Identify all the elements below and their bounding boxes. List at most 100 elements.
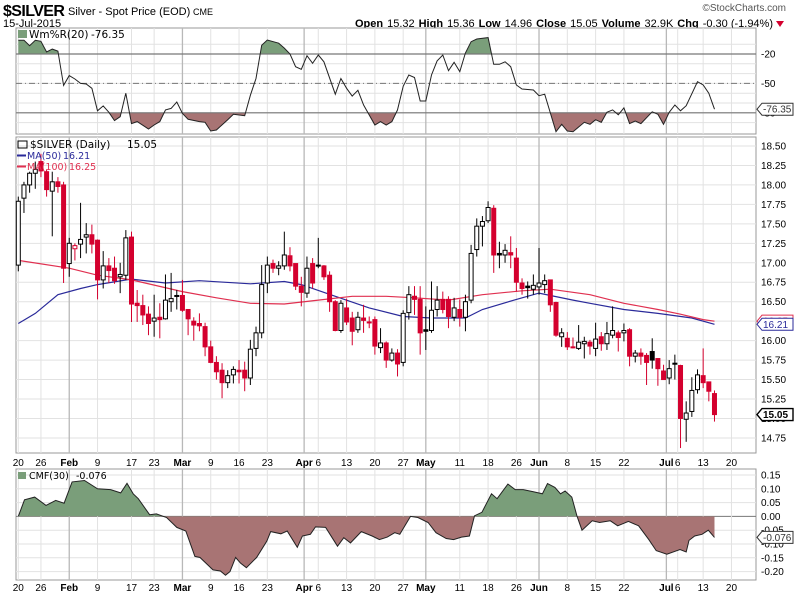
candle-body [700,375,706,384]
candlestick [293,263,299,291]
candle-body [174,294,180,297]
date-axis-label: 23 [262,583,274,594]
candle-body [100,265,106,281]
date-axis-label: Jul [659,583,674,594]
candle-body [706,381,712,392]
candle-body [678,365,684,419]
candlestick [338,300,344,333]
candle-body [530,284,536,290]
candle-body [95,239,101,281]
candlestick [400,310,406,367]
cmf-legend-label: CMF(30) [29,471,69,482]
date-axis-label: Feb [60,458,78,469]
price-axis-tick-label: 16.75 [761,278,786,289]
price-axis-tick-label: 16.50 [761,297,786,308]
candle-body [423,329,429,332]
cmf-axis-tick-label: 0.05 [761,498,781,509]
price-axis-tick-label: 15.75 [761,356,786,367]
date-axis-label: 17 [126,458,138,469]
candle-body [157,316,163,321]
date-axis-label: 20 [369,583,381,594]
date-axis-label: 26 [511,458,523,469]
candle-body [400,312,406,363]
candle-body [321,265,327,278]
date-axis-label: 26 [35,583,47,594]
candle-body [711,393,717,416]
candle-body [27,172,33,186]
candle-body [242,369,248,379]
candle-body [145,313,151,324]
candle-body [366,321,372,324]
date-axis-label: 20 [726,458,738,469]
candle-body [491,207,497,256]
cmf-value-tag-text: -0.076 [763,533,792,544]
date-axis-label: 27 [398,458,410,469]
ma50-legend-label: MA(50) [27,151,61,162]
wr-legend-value: -76.35 [91,29,125,41]
date-axis-label: 9 [95,458,101,469]
ma100-legend-value: 16.25 [69,162,96,173]
cmf-axis-tick-label: -0.20 [761,567,784,578]
price-axis-tick-label: 18.25 [761,161,786,172]
last-close-tag-text: 15.05 [763,410,788,421]
candle-body [457,308,463,318]
candle-body [310,263,316,284]
candle-body [412,295,417,300]
down-arrow-icon [776,21,784,27]
candle-body [417,298,423,334]
candle-body [117,273,123,278]
date-axis-label: Jun [530,583,548,594]
candle-body [361,317,367,321]
candle-body [304,267,310,294]
date-axis-label: 6 [315,583,321,594]
candle-body [338,302,344,332]
date-axis-label: 16 [233,458,245,469]
candle-body [581,340,587,345]
candle-body [66,242,72,265]
date-axis-label: 16 [233,583,245,594]
candle-body [502,249,508,256]
candle-body [672,362,678,365]
candle-body [236,369,242,373]
wr-axis-tick-label: -50 [761,79,776,90]
candle-body [191,320,197,326]
wr-legend: Wm%R(20) -76.35 [18,29,125,41]
price-axis-tick-label: 17.00 [761,258,786,269]
date-axis-label: 18 [483,583,495,594]
candle-body [638,352,644,357]
candle-body [372,319,378,347]
candle-body [621,330,627,334]
candlestick [15,196,21,272]
price-legend-label: $SILVER (Daily) [30,139,110,151]
date-axis-label: 6 [675,458,681,469]
candle-body [281,254,287,267]
candle-body [123,237,129,276]
last-close-tag: 15.05 [756,407,794,422]
price-axis-tick-label: 18.00 [761,180,786,191]
date-axis-label: 11 [455,583,466,594]
candle-body [264,264,270,284]
cmf-axis-tick-label: 0.10 [761,484,781,495]
date-axis-label: Jul [659,458,674,469]
cmf-axis-tick-label: -0.15 [761,553,784,564]
candle-body [134,302,140,307]
candle-body [344,307,350,323]
candle-body [389,352,395,361]
date-axis-label: 20 [369,458,381,469]
date-axis-label: 15 [590,458,602,469]
price-legend-value: 15.05 [127,139,157,151]
date-axis-label: Feb [60,583,78,594]
candle-body [587,341,593,347]
candle-body [213,361,219,373]
date-axis-label: 9 [95,583,101,594]
date-axis-label: 22 [618,458,630,469]
copyright-link[interactable]: ©StockCharts.com [702,3,786,14]
candle-body [610,330,616,336]
candle-body [129,236,134,305]
candle-body [253,332,259,349]
candle-body [162,299,168,320]
wr-axis-tick-label: -20 [761,50,776,61]
date-axis-label: 9 [208,458,214,469]
date-axis-label: 23 [262,458,274,469]
candle-body [536,282,542,288]
